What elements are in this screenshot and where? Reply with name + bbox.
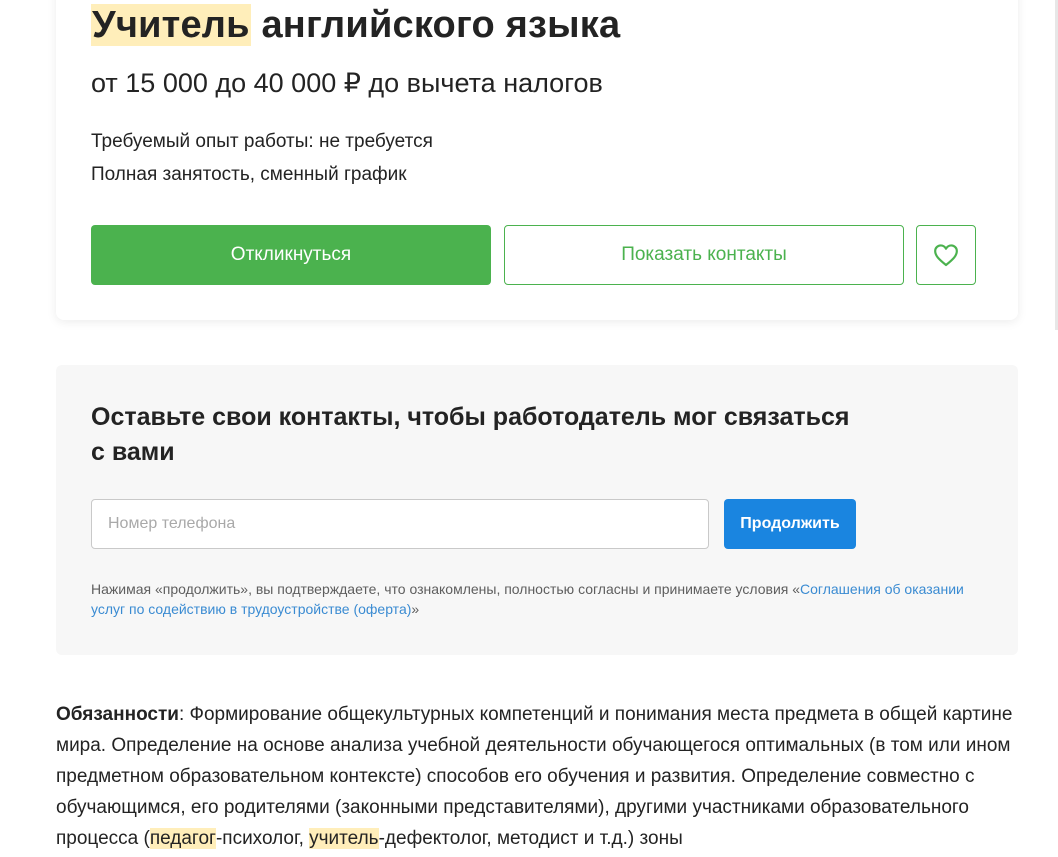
duties-text-2: -психолог, (215, 828, 310, 849)
continue-button[interactable]: Продолжить (724, 499, 856, 549)
duties-label: Обязанности (56, 704, 179, 725)
duties-highlight-1: педагог (149, 828, 216, 849)
agreement-prefix: Нажимая «продолжить», вы подтверждаете, … (91, 581, 801, 597)
vacancy-description: Обязанности: Формирование общекультурных… (56, 699, 1018, 854)
contact-form-title: Оставьте свои контакты, чтобы работодате… (91, 403, 850, 466)
duties-text-3: -дефектолог, методист и т.д.) зоны (378, 828, 683, 849)
agreement-text: Нажимая «продолжить», вы подтверждаете, … (91, 579, 971, 619)
vacancy-title-highlight: Учитель (91, 4, 251, 46)
respond-button[interactable]: Откликнуться (91, 225, 491, 285)
vacancy-header-card: Учитель английского языка от 15 000 до 4… (56, 0, 1018, 320)
vacancy-title: Учитель английского языка (91, 0, 620, 50)
employment-info: Полная занятость, сменный график (91, 164, 407, 185)
salary-text: от 15 000 до 40 000 ₽ до вычета налогов (91, 68, 603, 98)
experience-info: Требуемый опыт работы: не требуется (91, 131, 433, 152)
favorite-button[interactable] (916, 225, 976, 285)
vacancy-title-rest: английского языка (250, 4, 621, 46)
show-contacts-button[interactable]: Показать контакты (504, 225, 904, 285)
heart-icon (934, 244, 958, 267)
phone-input[interactable] (91, 499, 709, 549)
agreement-suffix: » (411, 601, 420, 617)
contact-form-panel: Оставьте свои контакты, чтобы работодате… (56, 365, 1018, 655)
duties-highlight-2: учитель (309, 828, 379, 849)
